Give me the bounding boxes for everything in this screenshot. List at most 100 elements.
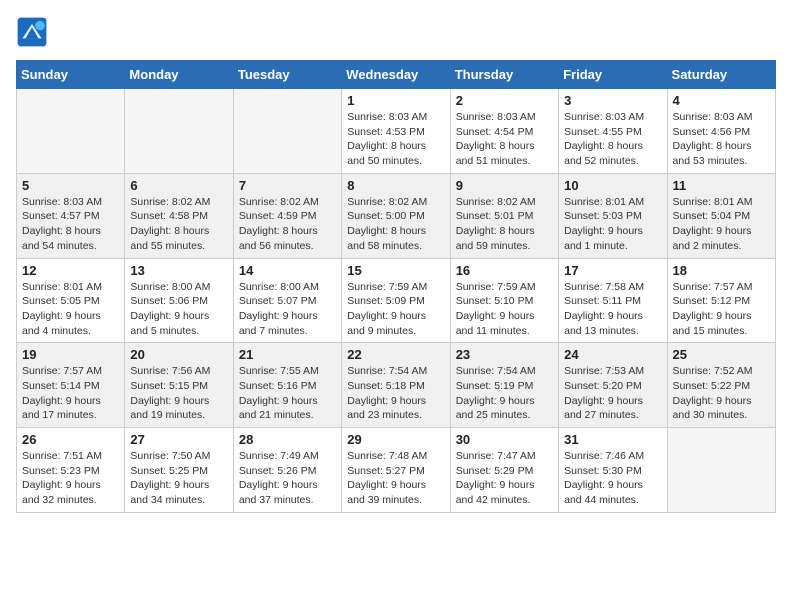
day-number: 1	[347, 93, 444, 108]
day-info: Sunrise: 7:46 AMSunset: 5:30 PMDaylight:…	[564, 449, 661, 508]
calendar-row-5: 26 Sunrise: 7:51 AMSunset: 5:23 PMDayligh…	[17, 428, 776, 513]
day-number: 3	[564, 93, 661, 108]
day-info: Sunrise: 7:53 AMSunset: 5:20 PMDaylight:…	[564, 364, 661, 423]
calendar-table: SundayMondayTuesdayWednesdayThursdayFrid…	[16, 60, 776, 513]
calendar-header-thursday: Thursday	[450, 61, 558, 89]
calendar-header-sunday: Sunday	[17, 61, 125, 89]
day-number: 11	[673, 178, 770, 193]
calendar-header-friday: Friday	[559, 61, 667, 89]
day-number: 8	[347, 178, 444, 193]
day-number: 28	[239, 432, 336, 447]
day-info: Sunrise: 7:47 AMSunset: 5:29 PMDaylight:…	[456, 449, 553, 508]
calendar-cell: 19Sunrise: 7:57 AMSunset: 5:14 PMDayligh…	[17, 343, 125, 428]
day-info: Sunrise: 8:03 AMSunset: 4:54 PMDaylight:…	[456, 110, 553, 169]
calendar-cell: 5 Sunrise: 8:03 AMSunset: 4:57 PMDaylight…	[17, 173, 125, 258]
day-number: 25	[673, 347, 770, 362]
calendar-row-3: 12 Sunrise: 8:01 AMSunset: 5:05 PMDayligh…	[17, 258, 776, 343]
day-number: 5	[22, 178, 119, 193]
calendar-header-row: SundayMondayTuesdayWednesdayThursdayFrid…	[17, 61, 776, 89]
day-number: 14	[239, 263, 336, 278]
day-number: 9	[456, 178, 553, 193]
calendar-cell: 17 Sunrise: 7:58 AMSunset: 5:11 PMDayligh…	[559, 258, 667, 343]
day-info: Sunrise: 8:02 AMSunset: 4:58 PMDaylight:…	[130, 195, 227, 254]
day-info: Sunrise: 7:57 AMSunset: 5:14 PMDaylight:…	[22, 364, 119, 423]
logo	[16, 16, 52, 48]
calendar-cell: 4 Sunrise: 8:03 AMSunset: 4:56 PMDaylight…	[667, 89, 775, 174]
day-info: Sunrise: 8:03 AMSunset: 4:56 PMDaylight:…	[673, 110, 770, 169]
day-info: Sunrise: 8:01 AMSunset: 5:04 PMDaylight:…	[673, 195, 770, 254]
day-number: 16	[456, 263, 553, 278]
calendar-cell: 16 Sunrise: 7:59 AMSunset: 5:10 PMDayligh…	[450, 258, 558, 343]
day-info: Sunrise: 7:48 AMSunset: 5:27 PMDaylight:…	[347, 449, 444, 508]
calendar-cell: 2 Sunrise: 8:03 AMSunset: 4:54 PMDaylight…	[450, 89, 558, 174]
day-info: Sunrise: 8:02 AMSunset: 5:00 PMDaylight:…	[347, 195, 444, 254]
calendar-header-saturday: Saturday	[667, 61, 775, 89]
day-info: Sunrise: 8:02 AMSunset: 5:01 PMDaylight:…	[456, 195, 553, 254]
calendar-cell: 28Sunrise: 7:49 AMSunset: 5:26 PMDayligh…	[233, 428, 341, 513]
calendar-row-4: 19Sunrise: 7:57 AMSunset: 5:14 PMDayligh…	[17, 343, 776, 428]
calendar-cell	[125, 89, 233, 174]
day-info: Sunrise: 7:58 AMSunset: 5:11 PMDaylight:…	[564, 280, 661, 339]
day-info: Sunrise: 8:01 AMSunset: 5:03 PMDaylight:…	[564, 195, 661, 254]
day-info: Sunrise: 8:00 AMSunset: 5:07 PMDaylight:…	[239, 280, 336, 339]
calendar-cell: 31 Sunrise: 7:46 AMSunset: 5:30 PMDayligh…	[559, 428, 667, 513]
calendar-cell: 14 Sunrise: 8:00 AMSunset: 5:07 PMDayligh…	[233, 258, 341, 343]
day-info: Sunrise: 7:52 AMSunset: 5:22 PMDaylight:…	[673, 364, 770, 423]
day-info: Sunrise: 8:03 AMSunset: 4:57 PMDaylight:…	[22, 195, 119, 254]
day-info: Sunrise: 7:59 AMSunset: 5:09 PMDaylight:…	[347, 280, 444, 339]
calendar-cell	[17, 89, 125, 174]
day-number: 12	[22, 263, 119, 278]
day-number: 4	[673, 93, 770, 108]
calendar-cell: 1 Sunrise: 8:03 AMSunset: 4:53 PMDaylight…	[342, 89, 450, 174]
calendar-cell: 6 Sunrise: 8:02 AMSunset: 4:58 PMDaylight…	[125, 173, 233, 258]
calendar-header-tuesday: Tuesday	[233, 61, 341, 89]
day-number: 23	[456, 347, 553, 362]
calendar-cell: 22 Sunrise: 7:54 AMSunset: 5:18 PMDayligh…	[342, 343, 450, 428]
calendar-cell: 3 Sunrise: 8:03 AMSunset: 4:55 PMDaylight…	[559, 89, 667, 174]
day-number: 17	[564, 263, 661, 278]
day-number: 2	[456, 93, 553, 108]
calendar-cell: 25 Sunrise: 7:52 AMSunset: 5:22 PMDayligh…	[667, 343, 775, 428]
calendar-cell: 11 Sunrise: 8:01 AMSunset: 5:04 PMDayligh…	[667, 173, 775, 258]
day-info: Sunrise: 8:01 AMSunset: 5:05 PMDaylight:…	[22, 280, 119, 339]
calendar-cell: 13 Sunrise: 8:00 AMSunset: 5:06 PMDayligh…	[125, 258, 233, 343]
day-info: Sunrise: 7:54 AMSunset: 5:19 PMDaylight:…	[456, 364, 553, 423]
day-number: 26	[22, 432, 119, 447]
day-number: 15	[347, 263, 444, 278]
day-number: 13	[130, 263, 227, 278]
day-info: Sunrise: 7:59 AMSunset: 5:10 PMDaylight:…	[456, 280, 553, 339]
day-info: Sunrise: 7:54 AMSunset: 5:18 PMDaylight:…	[347, 364, 444, 423]
calendar-cell: 23 Sunrise: 7:54 AMSunset: 5:19 PMDayligh…	[450, 343, 558, 428]
calendar-cell: 24 Sunrise: 7:53 AMSunset: 5:20 PMDayligh…	[559, 343, 667, 428]
page-header	[16, 16, 776, 48]
day-number: 31	[564, 432, 661, 447]
day-info: Sunrise: 7:51 AMSunset: 5:23 PMDaylight:…	[22, 449, 119, 508]
calendar-cell: 12 Sunrise: 8:01 AMSunset: 5:05 PMDayligh…	[17, 258, 125, 343]
calendar-cell: 15 Sunrise: 7:59 AMSunset: 5:09 PMDayligh…	[342, 258, 450, 343]
day-info: Sunrise: 8:03 AMSunset: 4:53 PMDaylight:…	[347, 110, 444, 169]
calendar-cell	[667, 428, 775, 513]
calendar-cell: 30 Sunrise: 7:47 AMSunset: 5:29 PMDayligh…	[450, 428, 558, 513]
day-number: 20	[130, 347, 227, 362]
calendar-cell: 26 Sunrise: 7:51 AMSunset: 5:23 PMDayligh…	[17, 428, 125, 513]
day-info: Sunrise: 8:03 AMSunset: 4:55 PMDaylight:…	[564, 110, 661, 169]
day-number: 21	[239, 347, 336, 362]
day-info: Sunrise: 7:56 AMSunset: 5:15 PMDaylight:…	[130, 364, 227, 423]
day-number: 18	[673, 263, 770, 278]
calendar-header-wednesday: Wednesday	[342, 61, 450, 89]
calendar-cell: 10 Sunrise: 8:01 AMSunset: 5:03 PMDayligh…	[559, 173, 667, 258]
calendar-cell: 20 Sunrise: 7:56 AMSunset: 5:15 PMDayligh…	[125, 343, 233, 428]
day-number: 27	[130, 432, 227, 447]
day-number: 10	[564, 178, 661, 193]
day-info: Sunrise: 7:50 AMSunset: 5:25 PMDaylight:…	[130, 449, 227, 508]
day-info: Sunrise: 8:00 AMSunset: 5:06 PMDaylight:…	[130, 280, 227, 339]
calendar-cell: 21 Sunrise: 7:55 AMSunset: 5:16 PMDayligh…	[233, 343, 341, 428]
day-info: Sunrise: 7:55 AMSunset: 5:16 PMDaylight:…	[239, 364, 336, 423]
calendar-cell: 18 Sunrise: 7:57 AMSunset: 5:12 PMDayligh…	[667, 258, 775, 343]
day-number: 7	[239, 178, 336, 193]
day-number: 24	[564, 347, 661, 362]
day-number: 22	[347, 347, 444, 362]
day-number: 6	[130, 178, 227, 193]
day-info: Sunrise: 7:57 AMSunset: 5:12 PMDaylight:…	[673, 280, 770, 339]
day-number: 30	[456, 432, 553, 447]
